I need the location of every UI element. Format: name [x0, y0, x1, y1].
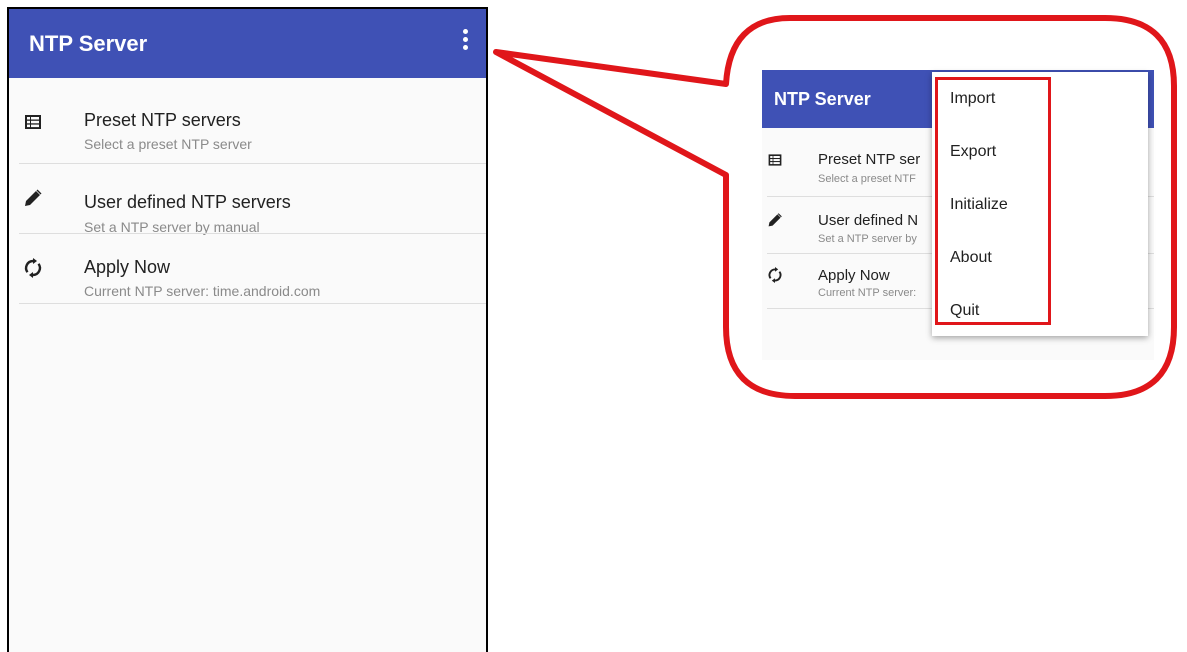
- list-item-subtitle: Current NTP server:: [818, 287, 917, 299]
- list-item-label: Preset NTP ser: [818, 151, 921, 168]
- list-item-subtitle: Select a preset NTF: [818, 173, 916, 185]
- pencil-icon: [768, 213, 782, 227]
- zoomed-app-title: NTP Server: [774, 89, 871, 109]
- list-icon: [768, 154, 782, 166]
- sync-icon: [768, 267, 782, 283]
- list-item-label: Apply Now: [818, 267, 890, 284]
- menu-highlight-frame: [935, 77, 1051, 325]
- list-item-subtitle: Set a NTP server by: [818, 233, 917, 245]
- list-item-label: User defined N: [818, 212, 919, 229]
